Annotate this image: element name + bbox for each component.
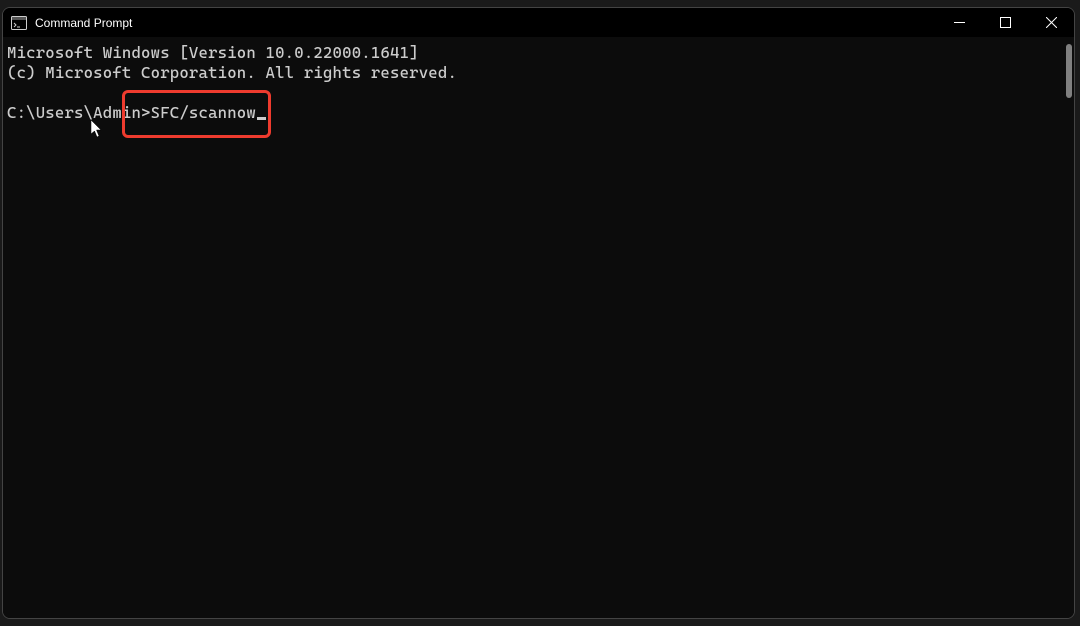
maximize-button[interactable] [982, 8, 1028, 37]
version-line: Microsoft Windows [Version 10.0.22000.16… [7, 43, 1070, 63]
minimize-button[interactable] [936, 8, 982, 37]
command-prompt-window: Command Prompt Microsoft Windows [Versio… [2, 7, 1075, 619]
command-input[interactable]: SFC/scannow [151, 103, 256, 122]
command-prompt-icon [11, 15, 27, 31]
window-title: Command Prompt [35, 16, 132, 30]
scrollbar-thumb[interactable] [1066, 44, 1072, 98]
close-button[interactable] [1028, 8, 1074, 37]
window-controls [936, 8, 1074, 37]
scrollbar-track[interactable] [1066, 44, 1072, 616]
prompt-line: C:\Users\Admin>SFC/scannow [7, 103, 1070, 123]
copyright-line: (c) Microsoft Corporation. All rights re… [7, 63, 1070, 83]
terminal-output[interactable]: Microsoft Windows [Version 10.0.22000.16… [3, 37, 1074, 618]
text-cursor [257, 117, 266, 120]
prompt-path: C:\Users\Admin> [7, 103, 151, 122]
titlebar[interactable]: Command Prompt [3, 8, 1074, 37]
